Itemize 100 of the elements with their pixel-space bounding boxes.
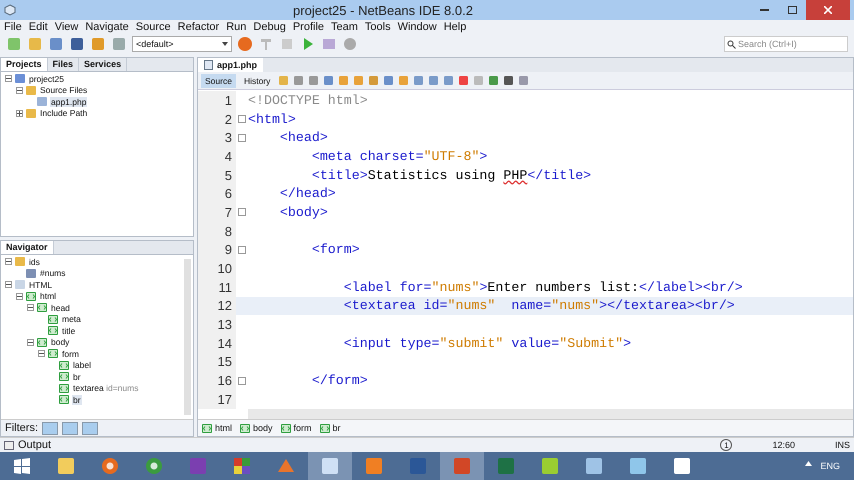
editor-toolbar-icon[interactable] (323, 75, 334, 86)
fold-toggle-icon[interactable] (238, 134, 246, 142)
menu-item[interactable]: View (54, 20, 78, 32)
expand-toggle-icon[interactable] (16, 292, 23, 300)
breadcrumb[interactable]: br (320, 423, 341, 433)
menu-item[interactable]: Team (331, 20, 358, 32)
tree-item[interactable]: html (39, 291, 58, 302)
code-line: <head> (278, 130, 328, 146)
breadcrumb[interactable]: html (202, 423, 232, 433)
file-icon (37, 97, 47, 106)
app-icon (101, 457, 119, 475)
app-icon (629, 457, 647, 475)
view-tab[interactable]: Source (201, 74, 236, 88)
expand-toggle-icon[interactable] (16, 86, 23, 94)
tag-icon (48, 326, 58, 336)
tree-item[interactable]: Source Files (39, 85, 88, 96)
language-indicator[interactable]: ENG (820, 461, 840, 471)
filter-button[interactable] (42, 422, 58, 434)
tree-item[interactable]: br (72, 394, 82, 405)
search-field[interactable]: Search (Ctrl+I) (724, 36, 848, 52)
expand-toggle-icon[interactable] (27, 304, 34, 312)
output-tab[interactable]: Output (18, 439, 52, 451)
fold-toggle-icon[interactable] (238, 246, 246, 254)
code-line: <title>Statistics using PHP</title> (310, 168, 592, 183)
menu-item[interactable]: Navigate (85, 20, 129, 32)
scrollbar[interactable] (184, 259, 191, 415)
toolbar-icon[interactable] (48, 36, 64, 52)
menu-item[interactable]: Edit (28, 20, 48, 32)
tree-item[interactable]: project25 (28, 74, 65, 84)
menu-item[interactable]: File (4, 20, 22, 32)
tree-item[interactable]: textarea id=nums (72, 383, 140, 394)
browser-icon[interactable] (237, 36, 253, 52)
hammer-icon[interactable] (258, 36, 274, 52)
expand-toggle-icon[interactable] (27, 338, 34, 346)
tree-item[interactable]: app1.php (50, 96, 88, 107)
expand-toggle-icon[interactable] (5, 258, 12, 266)
expand-toggle-icon[interactable] (16, 110, 23, 117)
taskbar-app[interactable] (308, 452, 352, 480)
configuration-dropdown[interactable]: <default> (132, 36, 232, 52)
menu-item[interactable]: Source (136, 20, 171, 32)
tree-item[interactable]: meta (61, 314, 82, 324)
tree-item[interactable]: title (61, 326, 76, 336)
line-number: 14 (218, 336, 232, 351)
tag-icon (26, 292, 36, 301)
expand-toggle-icon[interactable] (5, 75, 12, 82)
app-icon (497, 457, 515, 475)
line-number: 17 (218, 392, 232, 407)
editor-toolbar-icon[interactable] (383, 75, 394, 86)
line-number: 2 (224, 112, 232, 127)
filter-button[interactable] (62, 422, 78, 434)
app-icon (57, 457, 75, 475)
line-number: 9 (224, 242, 232, 258)
scrollbar[interactable] (248, 409, 853, 419)
close-button[interactable] (806, 0, 850, 20)
menu-item[interactable]: Refactor (178, 20, 220, 32)
file-tab[interactable]: app1.php (198, 58, 263, 72)
editor-toolbar-icon[interactable] (488, 75, 500, 86)
menu-item[interactable]: Profile (292, 20, 324, 32)
tree-item[interactable]: head (50, 302, 71, 313)
tree-item[interactable]: ids (28, 256, 41, 267)
menu-item[interactable]: Help (444, 20, 466, 32)
tree-item[interactable]: HTML (28, 280, 54, 290)
tree-item[interactable]: body (50, 337, 70, 348)
editor-toolbar-icon[interactable] (503, 75, 514, 86)
line-number: 16 (218, 373, 232, 388)
app-icon (233, 457, 251, 475)
tray-arrow-icon[interactable] (805, 461, 812, 466)
expand-toggle-icon[interactable] (5, 281, 12, 288)
breadcrumb[interactable]: form (280, 423, 312, 433)
menu-item[interactable]: Window (398, 20, 437, 32)
tree-item[interactable]: form (61, 348, 80, 359)
tag-icon (59, 372, 69, 382)
breadcrumb[interactable]: body (240, 423, 273, 433)
view-tab[interactable]: History (240, 74, 274, 88)
menu-item[interactable]: Debug (253, 20, 286, 32)
panel-tab[interactable]: Files (48, 58, 80, 71)
code-line: <!DOCTYPE html> (248, 92, 368, 108)
notification-badge[interactable]: 1 (720, 439, 732, 451)
filter-button[interactable] (82, 422, 98, 434)
profile-icon[interactable] (342, 36, 358, 52)
line-number: 11 (218, 280, 232, 295)
fold-toggle-icon[interactable] (238, 115, 246, 124)
panel-tab[interactable]: Projects (1, 58, 48, 71)
app-icon (673, 457, 691, 475)
tree-item[interactable]: br (72, 372, 82, 382)
code-line: <label for="nums">Enter numbers list:</label><br/> (342, 280, 743, 295)
tree-item[interactable]: Include Path (39, 108, 88, 118)
toolbar-icon[interactable] (69, 36, 85, 52)
menu-item[interactable]: Tools (364, 20, 391, 32)
fold-toggle-icon[interactable] (238, 208, 246, 216)
panel-tab[interactable]: Navigator (1, 241, 54, 254)
search-icon (727, 40, 736, 48)
line-number: 7 (224, 204, 232, 220)
fold-toggle-icon[interactable] (238, 376, 246, 385)
expand-toggle-icon[interactable] (38, 350, 45, 358)
menu-item[interactable]: Run (226, 20, 246, 32)
tree-item[interactable]: #nums (39, 268, 67, 278)
folder-icon (26, 108, 36, 118)
editor-toolbar-icon[interactable] (458, 75, 470, 86)
tree-item[interactable]: label (72, 360, 92, 370)
